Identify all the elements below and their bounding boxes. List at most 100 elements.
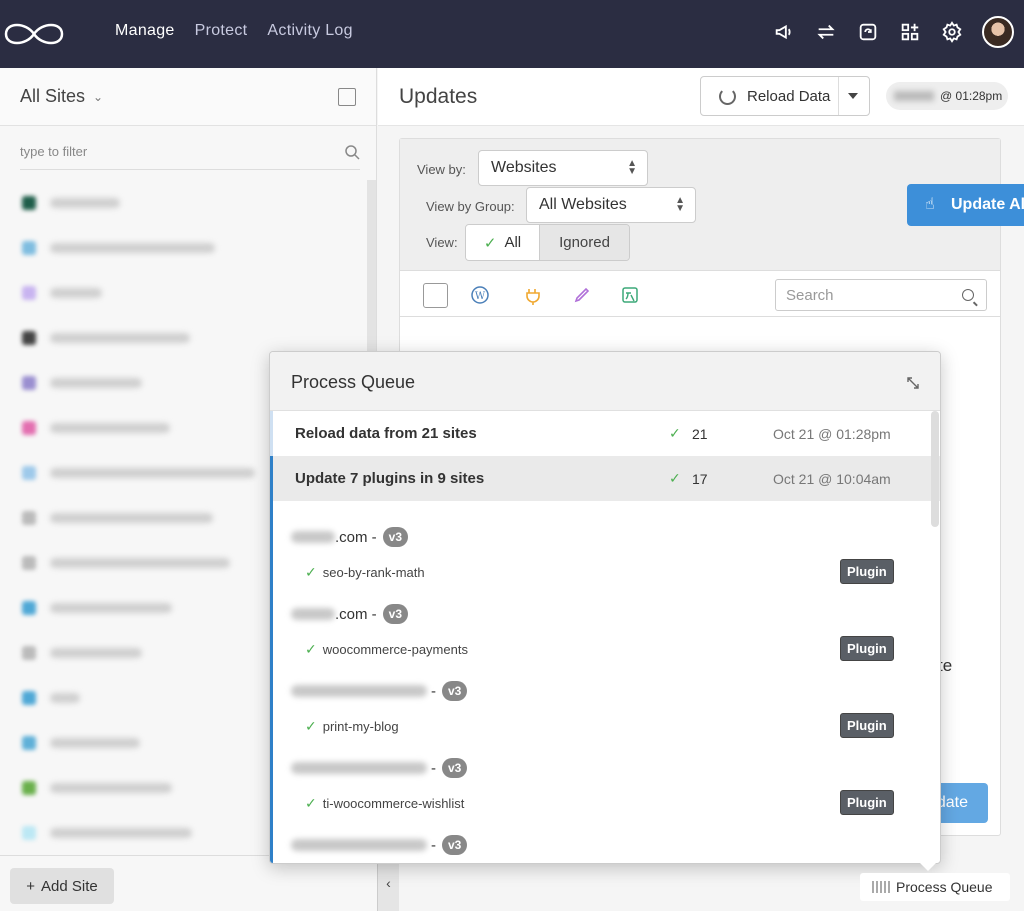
blurred-site-name bbox=[50, 602, 172, 613]
translation-icon[interactable] bbox=[620, 285, 640, 305]
nav-activity-log[interactable]: Activity Log bbox=[267, 22, 352, 40]
theme-brush-icon[interactable] bbox=[572, 285, 592, 305]
add-site-label: Add Site bbox=[41, 877, 98, 895]
site-favicon-icon bbox=[22, 420, 36, 435]
queue-detail: .com - v3 ✓ seo-by-rank-math Plugin .com… bbox=[270, 501, 930, 863]
site-suffix: - bbox=[431, 759, 436, 777]
queue-item-site: .com - v3 bbox=[291, 603, 409, 625]
site-favicon-icon bbox=[22, 735, 36, 750]
caret-down-icon[interactable] bbox=[848, 93, 858, 99]
queue-row-date: Oct 21 @ 10:04am bbox=[773, 470, 891, 487]
filter-input[interactable]: type to filter bbox=[20, 134, 360, 170]
nav-protect[interactable]: Protect bbox=[195, 22, 248, 40]
queue-item-site: - v3 bbox=[291, 834, 468, 856]
sidebar-header: All Sites ⌄ bbox=[0, 68, 376, 126]
divider bbox=[838, 77, 839, 115]
search-icon bbox=[345, 144, 360, 160]
reload-data-button[interactable]: Reload Data bbox=[700, 76, 870, 116]
queue-row-message: Reload data from 21 sites bbox=[295, 425, 477, 442]
blurred-site-name bbox=[50, 287, 102, 298]
queue-row[interactable]: Reload data from 21 sites ✓ 21 Oct 21 @ … bbox=[270, 411, 940, 456]
version-badge: v3 bbox=[442, 835, 468, 855]
page-title: Updates bbox=[399, 85, 478, 108]
blurred-site-name bbox=[50, 197, 120, 208]
update-all-button[interactable]: ☝ Update Al bbox=[907, 184, 1024, 226]
search-input[interactable]: Search bbox=[775, 279, 987, 311]
site-favicon-icon bbox=[22, 555, 36, 570]
plugin-tag: Plugin bbox=[840, 713, 894, 738]
search-placeholder: Search bbox=[786, 286, 834, 304]
check-icon: ✓ bbox=[669, 425, 681, 441]
plugin-name: print-my-blog bbox=[322, 719, 399, 734]
megaphone-icon[interactable] bbox=[772, 20, 796, 44]
blurred-site-name bbox=[291, 608, 335, 620]
queue-row[interactable]: Update 7 plugins in 9 sites ✓ 17 Oct 21 … bbox=[270, 456, 940, 501]
last-sync-time: @ 01:28pm bbox=[940, 89, 1003, 103]
refresh-box-icon[interactable] bbox=[856, 20, 880, 44]
popover-caret bbox=[919, 862, 937, 871]
plugin-name: woocommerce-payments bbox=[322, 642, 468, 657]
site-favicon-icon bbox=[22, 600, 36, 615]
select-all-checkbox[interactable] bbox=[423, 283, 448, 308]
queue-item-plugin: ✓ print-my-blog bbox=[305, 718, 399, 735]
process-queue-button-label: Process Queue bbox=[896, 879, 993, 895]
blurred-site-name bbox=[50, 692, 80, 703]
view-all-label: All bbox=[504, 234, 522, 251]
process-queue-title: Process Queue bbox=[291, 372, 416, 392]
blurred-site-name bbox=[50, 242, 215, 253]
chevron-down-icon[interactable]: ⌄ bbox=[93, 90, 103, 104]
queue-item-site: - v3 bbox=[291, 680, 468, 702]
select-arrows-icon: ▲ ▼ bbox=[675, 195, 685, 214]
blurred-site-name bbox=[50, 782, 172, 793]
blurred-site-name bbox=[50, 557, 230, 568]
queue-item: - v3 ✓ ti-woocommerce-wishlist Plugin bbox=[291, 757, 894, 833]
blurred-site-name bbox=[291, 685, 427, 697]
view-group-label: View by Group: bbox=[426, 199, 515, 214]
queue-row-count: 17 bbox=[692, 470, 708, 487]
site-suffix: .com - bbox=[335, 528, 377, 546]
nav-manage[interactable]: Manage bbox=[115, 22, 175, 40]
reload-icon bbox=[719, 88, 736, 105]
queue-item-plugin: ✓ woocommerce-payments bbox=[305, 641, 468, 658]
hand-pointer-icon: ☝ bbox=[925, 196, 935, 213]
gear-icon[interactable] bbox=[940, 20, 964, 44]
expand-icon[interactable] bbox=[906, 376, 920, 390]
wordpress-icon[interactable]: W bbox=[470, 285, 490, 305]
table-toolbar: W Search bbox=[400, 271, 1000, 317]
blurred-site-name bbox=[50, 737, 140, 748]
site-favicon-icon bbox=[22, 195, 36, 210]
site-list-item[interactable] bbox=[0, 270, 376, 315]
avatar[interactable] bbox=[982, 16, 1014, 48]
site-favicon-icon bbox=[22, 645, 36, 660]
apps-add-icon[interactable] bbox=[898, 20, 922, 44]
site-favicon-icon bbox=[22, 375, 36, 390]
site-suffix: - bbox=[431, 836, 436, 854]
copy-icon[interactable] bbox=[338, 87, 356, 106]
blurred-site-name bbox=[291, 531, 335, 543]
filter-placeholder: type to filter bbox=[20, 144, 88, 159]
view-all-button[interactable]: ✓ All bbox=[466, 225, 539, 260]
view-group-select[interactable]: All Websites ▲ ▼ bbox=[526, 187, 696, 223]
last-sync-badge: @ 01:28pm bbox=[886, 82, 1008, 110]
all-sites-dropdown[interactable]: All Sites bbox=[20, 86, 85, 107]
view-by-select[interactable]: Websites ▲ ▼ bbox=[478, 150, 648, 186]
view-toggle: ✓ All Ignored bbox=[465, 224, 630, 261]
blurred-date bbox=[894, 91, 934, 101]
process-queue-button[interactable]: Process Queue bbox=[860, 873, 1010, 901]
queue-scrollbar[interactable] bbox=[931, 411, 939, 527]
site-favicon-icon bbox=[22, 240, 36, 255]
sidebar-scrollbar[interactable] bbox=[367, 180, 376, 380]
logo-icon[interactable] bbox=[2, 18, 66, 50]
plugin-name: seo-by-rank-math bbox=[322, 565, 425, 580]
check-icon: ✓ bbox=[305, 564, 317, 580]
plugin-name: ti-woocommerce-wishlist bbox=[322, 796, 465, 811]
select-arrows-icon: ▲ ▼ bbox=[627, 158, 637, 177]
sync-arrows-icon[interactable] bbox=[814, 20, 838, 44]
plugin-icon[interactable] bbox=[523, 285, 543, 305]
blurred-site-name bbox=[50, 467, 255, 478]
site-list-item[interactable] bbox=[0, 180, 376, 225]
view-ignored-button[interactable]: Ignored bbox=[539, 225, 629, 260]
add-site-button[interactable]: + Add Site bbox=[10, 868, 114, 904]
site-list-item[interactable] bbox=[0, 225, 376, 270]
plugin-tag: Plugin bbox=[840, 636, 894, 661]
